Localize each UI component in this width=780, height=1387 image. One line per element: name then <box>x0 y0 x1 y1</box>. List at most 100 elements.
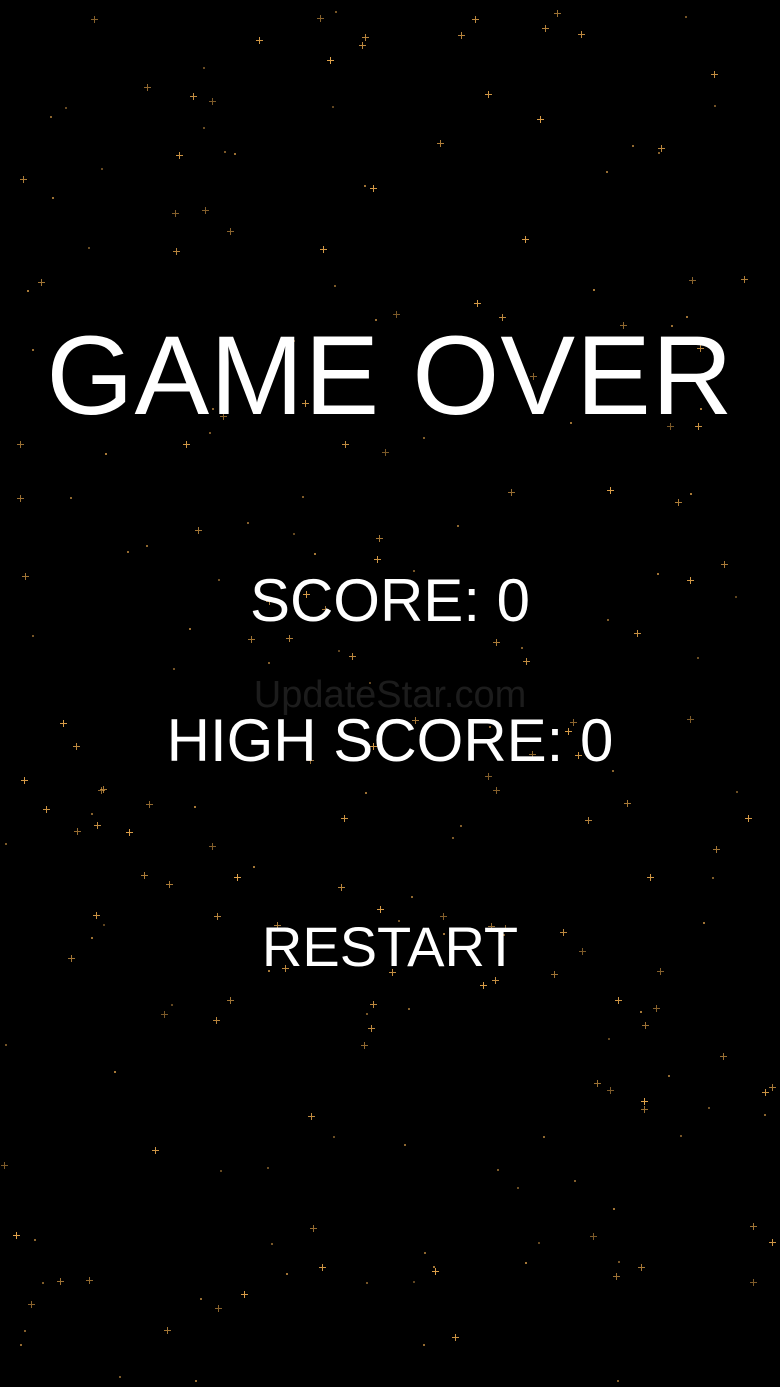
star-sparkle <box>367 1024 375 1032</box>
star-sparkle <box>202 126 205 129</box>
star-sparkle <box>437 139 445 147</box>
star-sparkle <box>764 1113 766 1116</box>
star-sparkle <box>366 1281 369 1284</box>
star-sparkle <box>520 646 523 649</box>
star-sparkle <box>0 1162 8 1170</box>
star-sparkle <box>593 1079 601 1087</box>
restart-button[interactable]: RESTART <box>240 912 540 982</box>
star-sparkle <box>41 1281 44 1284</box>
star-sparkle <box>91 16 99 24</box>
star-sparkle <box>361 34 369 42</box>
star-sparkle <box>5 843 8 846</box>
star-sparkle <box>101 167 104 170</box>
star-sparkle <box>102 923 105 926</box>
star-sparkle <box>52 197 55 199</box>
star-sparkle <box>473 299 481 307</box>
star-sparkle <box>37 279 45 287</box>
star-sparkle <box>214 913 222 920</box>
star-sparkle <box>91 937 94 940</box>
star-sparkle <box>573 1179 576 1182</box>
star-sparkle <box>332 106 334 109</box>
star-sparkle <box>578 948 586 956</box>
star-sparkle <box>690 492 693 495</box>
star-sparkle <box>118 1376 121 1379</box>
star-sparkle <box>227 227 235 235</box>
star-sparkle <box>374 556 382 564</box>
star-sparkle <box>50 116 52 119</box>
star-sparkle <box>640 1106 648 1114</box>
star-sparkle <box>318 1263 326 1271</box>
star-sparkle <box>194 1380 197 1383</box>
star-sparkle <box>592 288 595 291</box>
star-sparkle <box>86 1277 94 1285</box>
star-sparkle <box>341 441 349 449</box>
star-sparkle <box>720 1053 727 1061</box>
star-sparkle <box>369 184 377 192</box>
star-sparkle <box>23 1329 26 1332</box>
star-sparkle <box>614 996 622 1004</box>
star-sparkle <box>750 1279 757 1287</box>
star-sparkle <box>292 532 295 535</box>
star-sparkle <box>613 1207 616 1210</box>
star-sparkle <box>199 1297 202 1300</box>
star-sparkle <box>370 1001 378 1009</box>
star-sparkle <box>33 1239 36 1242</box>
star-sparkle <box>163 1326 171 1334</box>
star-sparkle <box>376 535 384 543</box>
star-sparkle <box>141 872 148 880</box>
star-sparkle <box>173 248 181 255</box>
star-sparkle <box>253 866 256 869</box>
star-sparkle <box>607 486 615 494</box>
star-sparkle <box>560 928 568 936</box>
star-sparkle <box>638 1264 646 1272</box>
star-sparkle <box>740 276 748 283</box>
star-sparkle <box>493 787 501 795</box>
star-sparkle <box>713 845 721 853</box>
star-sparkle <box>70 496 73 499</box>
star-sparkle <box>212 1016 220 1024</box>
star-sparkle <box>451 837 454 840</box>
star-sparkle <box>151 1147 159 1155</box>
star-sparkle <box>642 1022 649 1030</box>
star-sparkle <box>577 31 585 39</box>
star-sparkle <box>485 91 493 99</box>
star-sparkle <box>707 1107 710 1109</box>
star-sparkle <box>590 1233 598 1240</box>
star-sparkle <box>516 1186 519 1189</box>
star-sparkle <box>411 896 414 899</box>
star-sparkle <box>20 176 28 184</box>
star-sparkle <box>542 25 549 33</box>
star-sparkle <box>92 912 100 920</box>
star-sparkle <box>307 1112 315 1120</box>
star-sparkle <box>313 552 316 555</box>
star-sparkle <box>736 791 739 794</box>
star-sparkle <box>769 1083 777 1091</box>
star-sparkle <box>606 1087 614 1095</box>
star-sparkle <box>365 1013 368 1016</box>
star-sparkle <box>358 41 366 49</box>
star-sparkle <box>193 806 196 809</box>
star-sparkle <box>337 883 345 891</box>
star-sparkle <box>612 1273 620 1281</box>
star-sparkle <box>646 874 654 882</box>
star-sparkle <box>363 185 366 187</box>
star-sparkle <box>173 668 176 671</box>
star-sparkle <box>750 1222 758 1230</box>
star-sparkle <box>424 1252 427 1254</box>
star-sparkle <box>334 284 336 287</box>
star-sparkle <box>234 873 242 881</box>
score-text: SCORE: 0 <box>249 567 531 634</box>
star-sparkle <box>114 1071 117 1074</box>
star-sparkle <box>100 786 108 794</box>
star-sparkle <box>542 1136 545 1139</box>
star-sparkle <box>668 1074 671 1077</box>
star-sparkle <box>194 526 202 534</box>
star-sparkle <box>214 1304 222 1312</box>
star-sparkle <box>309 1224 317 1232</box>
star-sparkle <box>334 11 337 14</box>
star-sparkle <box>684 16 687 18</box>
star-sparkle <box>337 650 340 652</box>
star-sparkle <box>422 1343 425 1346</box>
star-sparkle <box>201 206 209 214</box>
star-sparkle <box>641 1098 648 1106</box>
